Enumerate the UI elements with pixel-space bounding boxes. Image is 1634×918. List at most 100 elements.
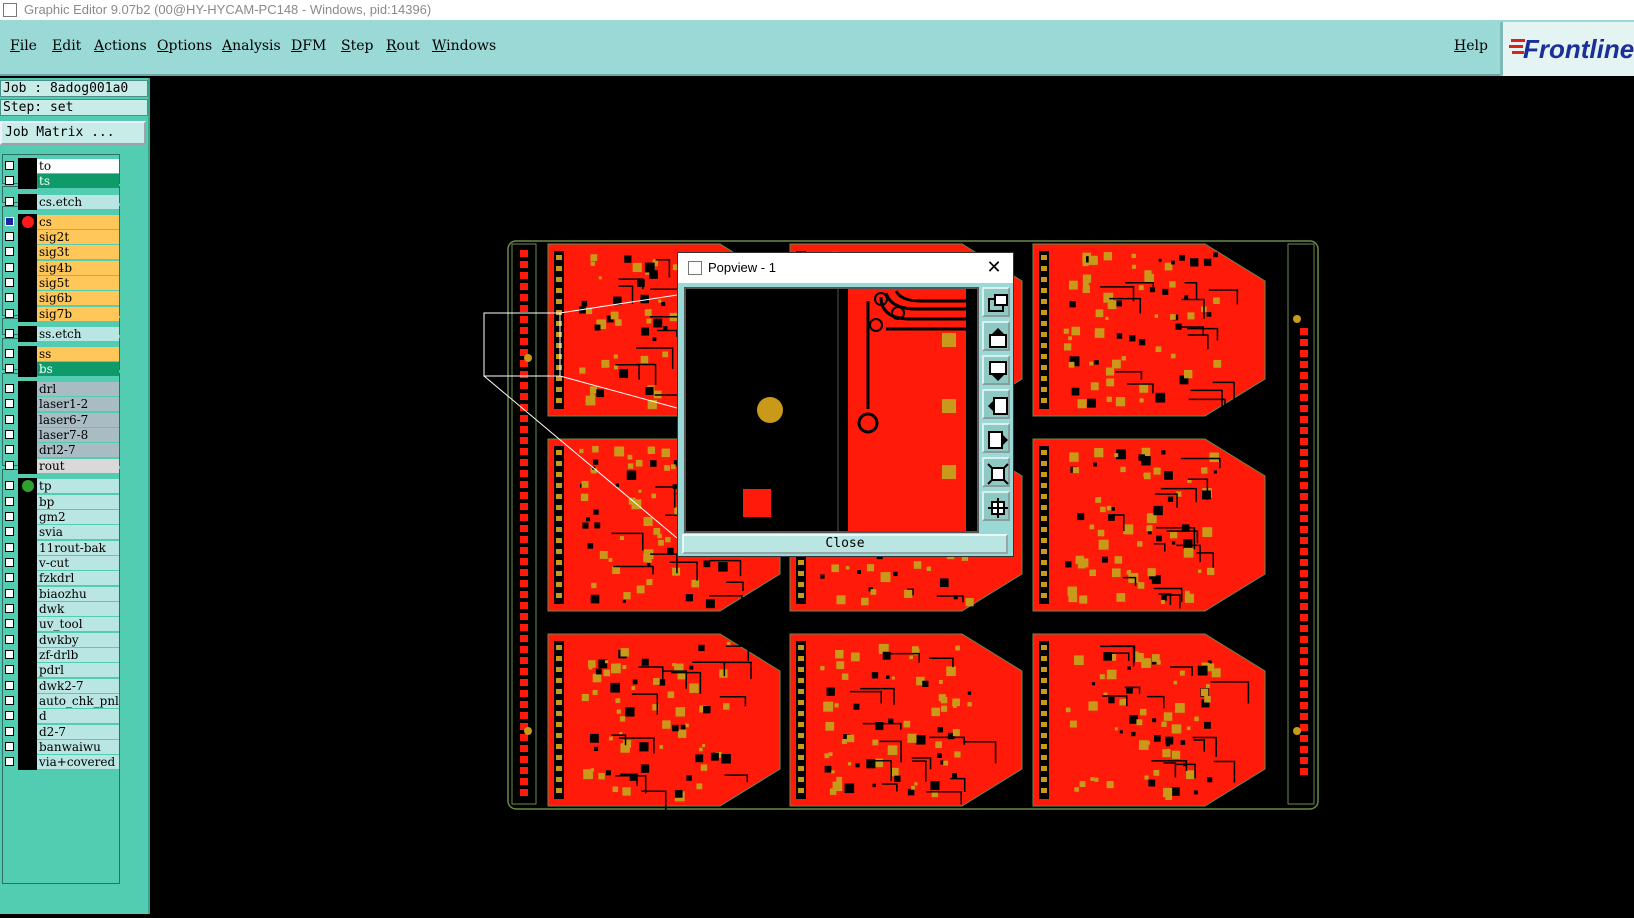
layer-row-rout[interactable]: rout	[2, 458, 119, 474]
layer-checkbox[interactable]	[5, 415, 14, 424]
layer-row-zf-drlb[interactable]: zf-drlb	[2, 647, 119, 663]
layer-checkbox[interactable]	[5, 497, 14, 506]
layer-checkbox[interactable]	[5, 364, 14, 373]
layer-name[interactable]: bp	[37, 495, 119, 509]
layer-checkbox[interactable]	[5, 217, 14, 226]
layer-name[interactable]: laser1-2	[37, 397, 119, 411]
layer-row-pdrl[interactable]: pdrl	[2, 662, 119, 678]
layer-color-slot[interactable]	[18, 555, 37, 571]
layer-checkbox[interactable]	[5, 430, 14, 439]
layer-color-slot[interactable]	[18, 524, 37, 540]
layer-row-laser1-2[interactable]: laser1-2	[2, 396, 119, 412]
layer-color-slot[interactable]	[18, 275, 37, 291]
layer-color-slot[interactable]	[18, 244, 37, 260]
layer-row-auto-chk-pnl[interactable]: auto_chk_pnl	[2, 693, 119, 709]
layer-name[interactable]: d2-7	[37, 725, 119, 739]
layer-color-slot[interactable]	[18, 158, 37, 174]
layer-row-cs-etch[interactable]: cs.etch	[2, 194, 119, 210]
layer-name[interactable]: sig6b	[37, 291, 119, 305]
layer-color-slot[interactable]	[18, 458, 37, 474]
popview-titlebar[interactable]: Popview - 1 ✕	[678, 253, 1013, 283]
layer-color-slot[interactable]	[18, 306, 37, 322]
layer-checkbox[interactable]	[5, 232, 14, 241]
layer-row-v-cut[interactable]: v-cut	[2, 555, 119, 571]
job-matrix-button[interactable]: Job Matrix ...	[0, 121, 146, 145]
layer-name[interactable]: sig7b	[37, 307, 119, 321]
zoom-home-button[interactable]	[982, 287, 1010, 317]
layer-name[interactable]: biaozhu	[37, 587, 119, 601]
menu-help[interactable]: Help	[1454, 38, 1488, 54]
layer-checkbox[interactable]	[5, 197, 14, 206]
layer-color-slot[interactable]	[18, 662, 37, 678]
layer-row-biaozhu[interactable]: biaozhu	[2, 586, 119, 602]
layer-checkbox[interactable]	[5, 278, 14, 287]
layer-checkbox[interactable]	[5, 589, 14, 598]
layer-color-slot[interactable]	[18, 724, 37, 740]
layer-row-to[interactable]: to	[2, 158, 119, 174]
layer-name[interactable]: fzkdrl	[37, 571, 119, 585]
layer-name[interactable]: tp	[37, 479, 119, 493]
layer-row-sig2t[interactable]: sig2t	[2, 229, 119, 245]
layer-color-slot[interactable]	[18, 601, 37, 617]
layer-checkbox[interactable]	[5, 247, 14, 256]
layer-name[interactable]: laser6-7	[37, 413, 119, 427]
layer-name[interactable]: dwkby	[37, 633, 119, 647]
layer-color-slot[interactable]	[18, 346, 37, 362]
layer-row-d[interactable]: d	[2, 708, 119, 724]
layer-name[interactable]: via+covered	[37, 755, 119, 769]
layer-name[interactable]: drl	[37, 382, 119, 396]
layer-row-sig7b[interactable]: sig7b	[2, 306, 119, 322]
menu-rout[interactable]: Rout	[386, 38, 420, 54]
layer-name[interactable]: 11rout-bak	[37, 541, 119, 555]
layer-checkbox[interactable]	[5, 727, 14, 736]
zoom-out-button[interactable]	[982, 457, 1010, 487]
layer-row-bs[interactable]: bs	[2, 361, 119, 377]
layer-color-slot[interactable]	[18, 678, 37, 694]
layer-row-drl[interactable]: drl	[2, 381, 119, 397]
layer-checkbox[interactable]	[5, 681, 14, 690]
layer-color-slot[interactable]	[18, 290, 37, 306]
layer-color-slot[interactable]	[18, 632, 37, 648]
pan-left-button[interactable]	[982, 389, 1010, 419]
layer-checkbox[interactable]	[5, 176, 14, 185]
layer-name[interactable]: sig4b	[37, 261, 119, 275]
layer-name[interactable]: auto_chk_pnl	[37, 694, 119, 708]
pan-down-button[interactable]	[982, 355, 1010, 385]
layer-checkbox[interactable]	[5, 742, 14, 751]
layer-name[interactable]: cs	[37, 215, 119, 229]
layer-name[interactable]: sig2t	[37, 230, 119, 244]
menu-file[interactable]: File	[10, 38, 37, 54]
layer-color-slot[interactable]	[18, 173, 37, 189]
layer-checkbox[interactable]	[5, 573, 14, 582]
layer-row-ts[interactable]: ts	[2, 173, 119, 189]
layer-name[interactable]: ss	[37, 347, 119, 361]
layer-row-laser7-8[interactable]: laser7-8	[2, 427, 119, 443]
layer-color-slot[interactable]	[18, 509, 37, 525]
layer-row-gm2[interactable]: gm2	[2, 509, 119, 525]
layer-checkbox[interactable]	[5, 263, 14, 272]
layer-color-slot[interactable]	[18, 396, 37, 412]
layer-name[interactable]: dwk	[37, 602, 119, 616]
layer-checkbox[interactable]	[5, 711, 14, 720]
layer-name[interactable]: svia	[37, 525, 119, 539]
layer-name[interactable]: v-cut	[37, 556, 119, 570]
layer-checkbox[interactable]	[5, 757, 14, 766]
layer-color-slot[interactable]	[18, 647, 37, 663]
layer-checkbox[interactable]	[5, 512, 14, 521]
layer-checkbox[interactable]	[5, 619, 14, 628]
layer-checkbox[interactable]	[5, 399, 14, 408]
pan-up-button[interactable]	[982, 321, 1010, 351]
layer-color-slot[interactable]	[18, 412, 37, 428]
layer-checkbox[interactable]	[5, 650, 14, 659]
pan-right-button[interactable]	[982, 423, 1010, 453]
layer-color-slot[interactable]	[18, 194, 37, 210]
layer-checkbox[interactable]	[5, 329, 14, 338]
layer-row-banwaiwu[interactable]: banwaiwu	[2, 739, 119, 755]
layer-color-slot[interactable]	[18, 326, 37, 342]
layer-color-slot[interactable]	[18, 708, 37, 724]
layer-color-slot[interactable]	[18, 381, 37, 397]
layer-name[interactable]: cs.etch	[37, 195, 119, 209]
layer-row-fzkdrl[interactable]: fzkdrl	[2, 570, 119, 586]
layer-checkbox[interactable]	[5, 635, 14, 644]
layer-color-slot[interactable]	[18, 361, 37, 377]
